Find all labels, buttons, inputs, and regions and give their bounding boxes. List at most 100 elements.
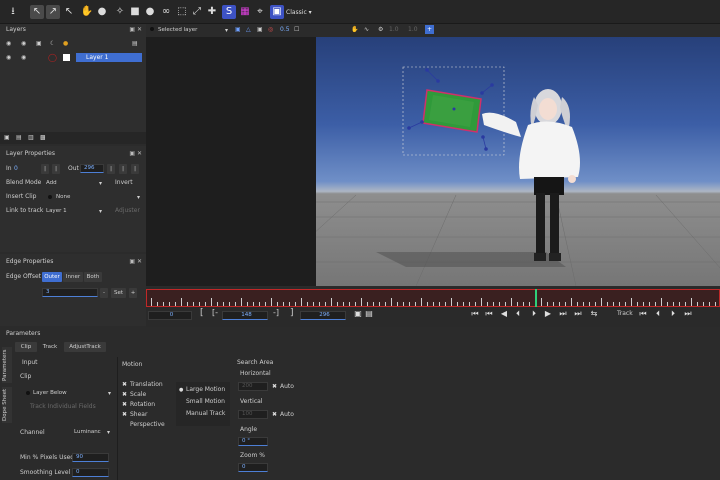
bone-icon[interactable]: ↖ (62, 5, 76, 19)
loop-mode-icon[interactable]: ⇆ (589, 309, 599, 319)
s-icon[interactable]: S (222, 5, 236, 19)
playhead[interactable] (534, 289, 537, 307)
track-forward-icon[interactable]: ⏵ (668, 309, 678, 319)
horizontal-auto-checkbox[interactable]: ✖ (272, 383, 277, 391)
move-icon[interactable]: ✚ (205, 5, 219, 19)
start-frame-field[interactable]: 0 (148, 311, 192, 320)
zoom-field[interactable]: 0 (238, 463, 268, 472)
add-layer-icon[interactable]: ▤ (132, 40, 138, 47)
curve-icon[interactable]: ∿ (364, 26, 369, 33)
next-key-icon[interactable]: ⏭ (558, 309, 568, 319)
large-motion-radio[interactable]: ● (179, 386, 183, 394)
panel-close-icon[interactable]: ▣ ✕ (129, 148, 142, 159)
group-icon[interactable]: ▤ (16, 134, 22, 141)
pin-icon[interactable]: ● (95, 5, 109, 19)
trash-icon[interactable]: ▩ (40, 134, 46, 141)
settings-icon[interactable]: ⚙ (378, 26, 383, 33)
angle-field[interactable]: 0 ° (238, 437, 268, 446)
play-back-icon[interactable]: ◀ (499, 309, 509, 319)
view-mode-icon[interactable]: ▣ (235, 26, 241, 33)
min-pixels-field[interactable]: 90 (72, 453, 109, 462)
track-forward-all-icon[interactable]: ⏭ (683, 309, 693, 319)
track-back-all-icon[interactable]: ⏮ (638, 309, 648, 319)
smoothing-field[interactable]: 0 (72, 468, 109, 477)
duplicate-icon[interactable]: ▥ (28, 134, 34, 141)
link-icon[interactable]: ∞ (159, 5, 173, 19)
eye-icon[interactable]: ◉ (6, 54, 11, 61)
workspace-dropdown[interactable]: Classic ▾ (286, 7, 322, 18)
eye-icon[interactable]: ◉ (21, 40, 26, 47)
out-field[interactable]: 296 (80, 164, 104, 173)
side-tab-parameters[interactable]: Parameters (2, 347, 12, 383)
horizontal-field[interactable]: 200 (238, 382, 268, 391)
cache-icon[interactable]: ▤ (364, 309, 374, 319)
out-set-button[interactable]: | (119, 164, 127, 174)
go-end-icon[interactable]: ⏭ (573, 309, 583, 319)
clip-icon[interactable]: ▣ (257, 26, 263, 33)
color-icon[interactable]: ● (63, 40, 68, 47)
track-fields-checkbox[interactable]: Track Individual Fields (30, 403, 96, 411)
freeform-select-icon[interactable]: ⬚ (175, 5, 189, 19)
list-item[interactable]: ◉ ◉ ◯ Layer 1 (0, 52, 146, 63)
pick-icon[interactable]: ↗ (46, 5, 60, 19)
blend-mode-dropdown[interactable]: Add (46, 179, 102, 188)
side-tab-dope-sheet[interactable]: Dope Sheet (2, 387, 12, 423)
rotation-checkbox[interactable]: ✖ (122, 401, 127, 409)
track-back-icon[interactable]: ⏴ (653, 309, 663, 319)
tab-track[interactable]: Track (38, 342, 62, 352)
set-button[interactable]: Set (111, 288, 126, 298)
panel-close-icon[interactable]: ▣ ✕ (129, 256, 142, 267)
current-frame-field[interactable]: 148 (222, 311, 268, 320)
hand-icon[interactable]: ✋ (80, 5, 94, 19)
set-in-button[interactable]: [ (200, 309, 204, 318)
vertical-field[interactable]: 100 (238, 410, 268, 419)
eye-icon[interactable]: ◉ (21, 54, 26, 61)
scale-checkbox[interactable]: ✖ (122, 391, 127, 399)
insert-clip-dropdown[interactable]: None (56, 193, 140, 202)
step-back-icon[interactable]: ⏴ (513, 309, 523, 319)
tab-both[interactable]: Both (84, 272, 102, 282)
transform-icon[interactable]: ⤢ (190, 5, 204, 19)
hand-tool-icon[interactable]: ✋ (351, 26, 358, 33)
value-field-2[interactable]: 1.0 (408, 26, 418, 33)
end-frame-field[interactable]: 296 (300, 311, 346, 320)
go-start-icon[interactable]: ⏮ (470, 309, 480, 319)
out-step-button[interactable]: | (107, 164, 115, 174)
invert-button[interactable]: Invert (115, 179, 133, 187)
decrease-button[interactable]: - (100, 288, 108, 298)
zoom-icon[interactable]: ☐ (294, 26, 299, 33)
layer-select-dropdown[interactable]: Selected layer (158, 26, 228, 35)
record-icon[interactable]: ◎ (268, 26, 273, 33)
grid-icon[interactable]: ▦ (238, 5, 252, 19)
manual-track-label[interactable]: Manual Track (186, 410, 225, 418)
translation-checkbox[interactable]: ✖ (122, 381, 127, 389)
import-icon[interactable]: ⭳ (6, 5, 20, 19)
panel-close-icon[interactable]: ▣ ✕ (129, 24, 142, 35)
eye-icon[interactable]: ◉ (6, 40, 11, 47)
fit-icon[interactable]: ⌖ (253, 5, 267, 19)
set-out-button[interactable]: ] (290, 309, 294, 318)
edge-offset-field[interactable]: 3 (42, 288, 98, 297)
perspective-label[interactable]: Perspective (130, 421, 165, 429)
frame-icon[interactable]: ▣ (270, 5, 284, 19)
rect-select-icon[interactable]: ■ (128, 5, 142, 19)
in-value[interactable]: 0 (14, 165, 18, 173)
moon-icon[interactable]: ☾ (50, 40, 55, 47)
color-swatch[interactable] (63, 54, 70, 61)
ratio-value[interactable]: 0.5 (280, 26, 290, 33)
step-forward-icon[interactable]: ⏵ (529, 309, 539, 319)
step-in-button[interactable]: [- (212, 309, 218, 317)
tab-outer[interactable]: Outer (42, 272, 62, 282)
select-arrow-icon[interactable]: ↖ (30, 5, 44, 19)
small-motion-label[interactable]: Small Motion (186, 398, 225, 406)
out-end-button[interactable]: | (131, 164, 139, 174)
prev-key-icon[interactable]: ⏮ (484, 309, 494, 319)
tab-inner[interactable]: Inner (63, 272, 83, 282)
vertical-auto-checkbox[interactable]: ✖ (272, 411, 277, 419)
viewport[interactable] (316, 37, 720, 286)
timeline-ruler[interactable] (146, 289, 720, 307)
alpha-icon[interactable]: △ (246, 26, 251, 33)
layer-name[interactable]: Layer 1 (76, 53, 142, 62)
clip-source-dropdown[interactable]: Layer Below (33, 389, 111, 398)
in-set-button[interactable]: | (41, 164, 49, 174)
